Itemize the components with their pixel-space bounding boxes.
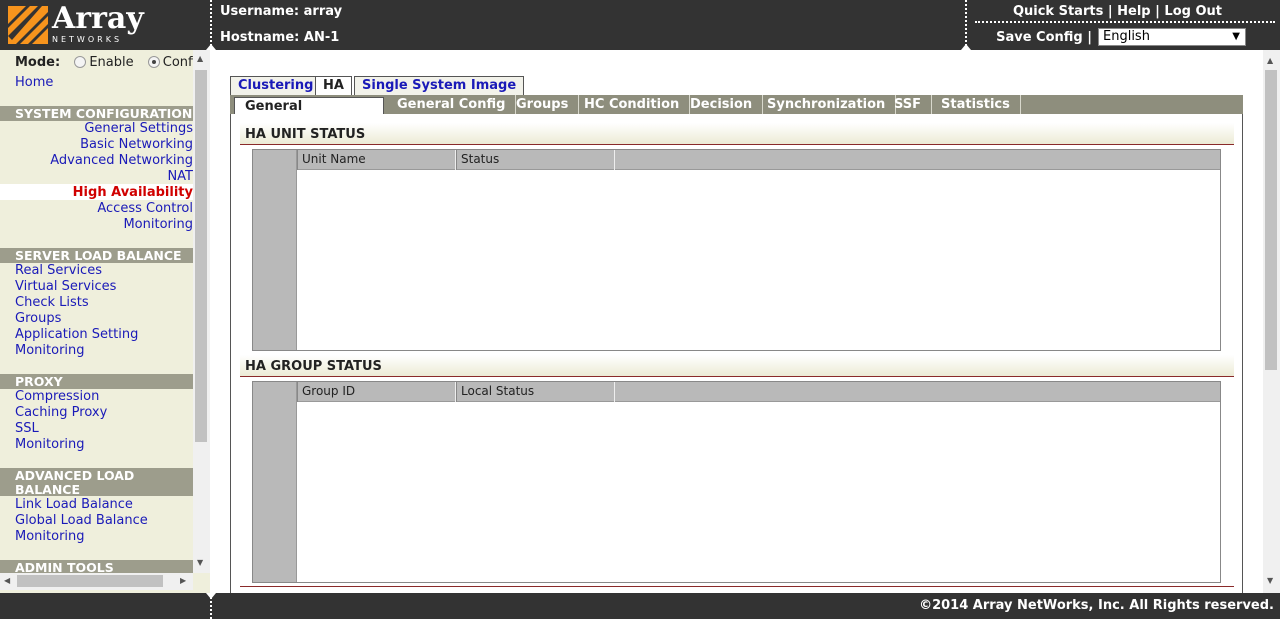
- sidebar-item-ssl[interactable]: SSL: [15, 421, 39, 436]
- sidebar-horizontal-scrollbar[interactable]: ◀ ▶: [0, 573, 193, 590]
- sidebar-vertical-scrollbar[interactable]: ▲ ▼: [193, 50, 210, 573]
- sidebar-item-home[interactable]: Home: [15, 75, 53, 90]
- header-links: Quick Starts | Help | Log Out: [1013, 4, 1222, 19]
- section-divider: [240, 586, 1234, 587]
- sidebar-item-nat[interactable]: NAT: [167, 169, 193, 184]
- table-row-header-column: [253, 150, 297, 350]
- tab-statistics[interactable]: Statistics: [931, 95, 1021, 115]
- sidebar-item-link-load-balance[interactable]: Link Load Balance: [15, 497, 133, 512]
- sidebar-item-high-availability[interactable]: High Availability: [73, 185, 193, 200]
- link-separator: |: [1087, 30, 1092, 45]
- save-config-group: Save Config |: [996, 30, 1092, 45]
- header-dotted-separator: [975, 21, 1275, 23]
- column-header-group-id[interactable]: Group ID: [297, 382, 456, 402]
- language-value: English: [1103, 29, 1150, 44]
- tab-ha[interactable]: HA: [315, 76, 352, 97]
- link-separator: |: [1155, 4, 1160, 19]
- sidebar-section-proxy: PROXY: [0, 374, 193, 389]
- help-link[interactable]: Help: [1117, 4, 1150, 19]
- save-config-link[interactable]: Save Config: [996, 30, 1083, 45]
- main-vertical-scrollbar[interactable]: ▲ ▼: [1263, 50, 1280, 593]
- sidebar-item-monitoring[interactable]: Monitoring: [123, 217, 193, 232]
- logo-text: Array: [52, 1, 144, 36]
- sidebar-item-access-control[interactable]: Access Control: [97, 201, 193, 216]
- sidebar-item-virtual-services[interactable]: Virtual Services: [15, 279, 116, 294]
- enable-radio-label: Enable: [89, 55, 134, 70]
- sidebar-item-compression[interactable]: Compression: [15, 389, 99, 404]
- sidebar-item-monitoring[interactable]: Monitoring: [15, 343, 85, 358]
- section-title-line: ADVANCED LOAD: [15, 468, 135, 483]
- logo-mark-icon: [8, 6, 48, 44]
- hostname-label: Hostname: AN-1: [220, 30, 340, 45]
- sidebar-section-advanced-load-balance: ADVANCED LOAD BALANCE: [0, 468, 193, 497]
- column-header-unit-name[interactable]: Unit Name: [297, 150, 456, 170]
- ha-unit-status-title: HA UNIT STATUS: [240, 123, 1234, 145]
- top-header: Array NETWORKS Username: array Hostname:…: [0, 0, 1280, 50]
- tab-hc-condition[interactable]: HC Condition: [574, 95, 691, 115]
- ha-unit-status-table: Unit Name Status: [252, 149, 1221, 351]
- scroll-down-arrow-icon[interactable]: ▼: [1267, 576, 1273, 585]
- scroll-up-arrow-icon[interactable]: ▲: [1267, 56, 1273, 65]
- scroll-right-arrow-icon[interactable]: ▶: [180, 576, 186, 585]
- tab-general-config[interactable]: General Config: [387, 95, 517, 115]
- enable-radio[interactable]: [74, 56, 87, 68]
- username-label: Username: array: [220, 4, 343, 19]
- header-divider-left: [210, 0, 212, 50]
- array-networks-logo[interactable]: Array NETWORKS: [8, 1, 208, 46]
- tab-synchronization[interactable]: Synchronization: [757, 95, 897, 115]
- link-separator: |: [1107, 4, 1113, 19]
- ha-group-status-title: HA GROUP STATUS: [240, 355, 1234, 377]
- scroll-down-arrow-icon[interactable]: ▼: [197, 558, 203, 567]
- sidebar-item-caching-proxy[interactable]: Caching Proxy: [15, 405, 107, 420]
- table-row-header-column: [253, 382, 297, 582]
- sidebar-item-basic-networking[interactable]: Basic Networking: [80, 137, 193, 152]
- sidebar-section-system-configuration: SYSTEM CONFIGURATION: [0, 106, 193, 121]
- sidebar-section-server-load-balance: SERVER LOAD BALANCE: [0, 248, 193, 263]
- tab-single-system-image[interactable]: Single System Image: [354, 76, 525, 96]
- logo-subtext: NETWORKS: [52, 35, 123, 44]
- scroll-up-arrow-icon[interactable]: ▲: [197, 54, 203, 63]
- column-header-status[interactable]: Status: [456, 150, 615, 170]
- sidebar: Mode: Enable Config Home SYSTEM CONFIGUR…: [0, 50, 210, 593]
- mode-selector: Mode: Enable Config: [15, 55, 204, 70]
- section-title-line: BALANCE: [15, 482, 81, 497]
- sidebar-item-monitoring[interactable]: Monitoring: [15, 529, 85, 544]
- dropdown-arrow-icon: ▼: [1232, 31, 1240, 42]
- scroll-left-arrow-icon[interactable]: ◀: [4, 576, 10, 585]
- header-divider-right: [965, 0, 967, 50]
- footer: ©2014 Array NetWorks, Inc. All Rights re…: [0, 593, 1280, 619]
- copyright-text: ©2014 Array NetWorks, Inc. All Rights re…: [919, 598, 1274, 613]
- quick-starts-link[interactable]: Quick Starts: [1013, 4, 1103, 19]
- sidebar-item-check-lists[interactable]: Check Lists: [15, 295, 89, 310]
- sidebar-item-general-settings[interactable]: General Settings: [84, 121, 193, 136]
- language-select[interactable]: English ▼: [1098, 28, 1246, 46]
- scrollbar-thumb[interactable]: [1265, 70, 1277, 370]
- scrollbar-thumb[interactable]: [195, 70, 207, 442]
- ha-group-status-table: Group ID Local Status: [252, 381, 1221, 583]
- sidebar-item-monitoring[interactable]: Monitoring: [15, 437, 85, 452]
- tab-groups[interactable]: Groups: [506, 95, 580, 115]
- sidebar-item-groups[interactable]: Groups: [15, 311, 61, 326]
- mode-label: Mode:: [15, 55, 61, 70]
- tab-ssf[interactable]: SSF: [884, 95, 933, 115]
- log-out-link[interactable]: Log Out: [1164, 4, 1222, 19]
- sidebar-item-application-setting[interactable]: Application Setting: [15, 327, 138, 342]
- sidebar-item-real-services[interactable]: Real Services: [15, 263, 102, 278]
- scrollbar-thumb[interactable]: [17, 575, 163, 587]
- caret-down-icon: [206, 593, 216, 599]
- tab-clustering[interactable]: Clustering: [230, 76, 322, 96]
- tab-decision[interactable]: Decision: [680, 95, 764, 115]
- column-header-local-status[interactable]: Local Status: [456, 382, 615, 402]
- config-radio[interactable]: [147, 56, 160, 68]
- tab-general-information[interactable]: General Information: [234, 97, 384, 129]
- sidebar-item-global-load-balance[interactable]: Global Load Balance: [15, 513, 148, 528]
- sidebar-item-advanced-networking[interactable]: Advanced Networking: [50, 153, 193, 168]
